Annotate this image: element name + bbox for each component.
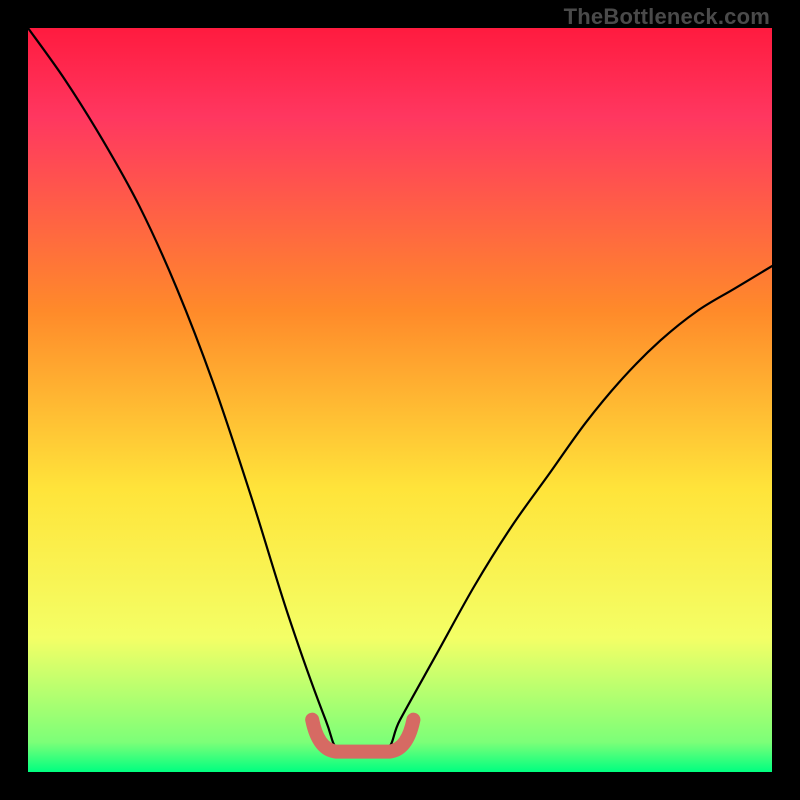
curve-layer bbox=[28, 28, 772, 772]
bottleneck-curve bbox=[28, 28, 772, 753]
chart-frame: TheBottleneck.com bbox=[0, 0, 800, 800]
watermark-text: TheBottleneck.com bbox=[564, 4, 770, 30]
plot-area bbox=[28, 28, 772, 772]
